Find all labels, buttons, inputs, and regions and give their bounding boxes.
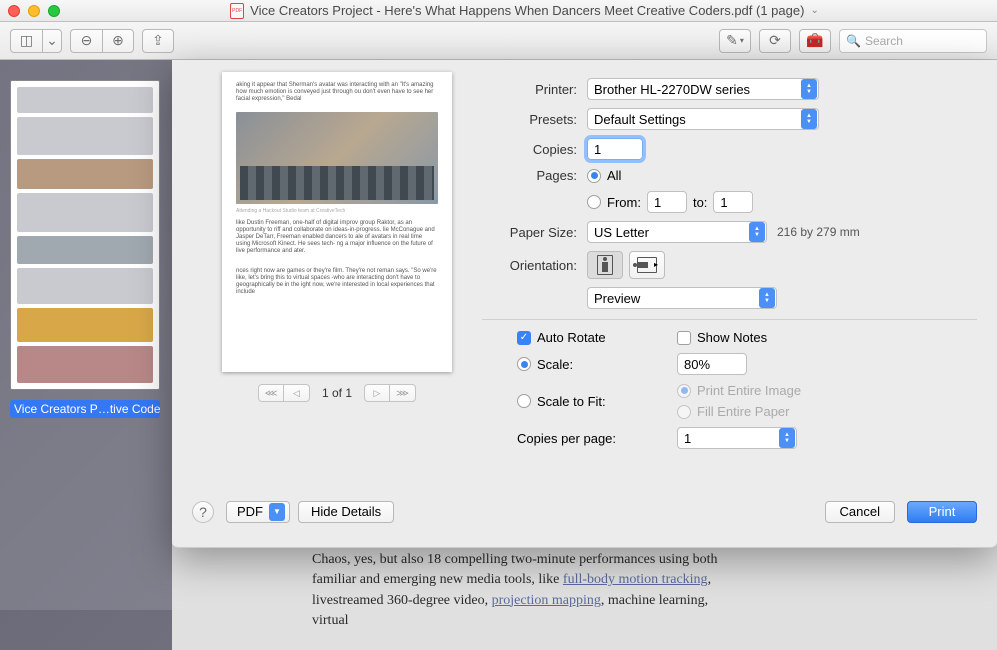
search-placeholder: Search	[865, 34, 903, 48]
auto-rotate-checkbox[interactable]	[517, 331, 531, 345]
zoom-out-icon: ⊖	[81, 32, 93, 49]
traffic-lights	[8, 5, 60, 17]
printer-label: Printer:	[482, 82, 587, 97]
close-window-button[interactable]	[8, 5, 20, 17]
minimize-window-button[interactable]	[28, 5, 40, 17]
window-title: Vice Creators Project - Here's What Happ…	[250, 3, 804, 18]
preview-image	[236, 112, 438, 204]
to-label: to:	[693, 195, 707, 210]
pages-range-radio[interactable]	[587, 195, 601, 209]
select-arrows-icon: ▲▼	[801, 109, 817, 129]
preview-nav-back[interactable]: ⋘ ◁	[258, 384, 310, 402]
document-type-icon	[230, 3, 244, 19]
pages-all-radio[interactable]	[587, 169, 601, 183]
last-page-button[interactable]: ⋙	[390, 384, 416, 402]
markup-button[interactable]: 🧰	[799, 29, 831, 53]
landscape-icon: ▸	[637, 257, 657, 273]
hide-details-button[interactable]: Hide Details	[298, 501, 394, 523]
select-arrows-icon: ▲▼	[801, 79, 817, 99]
copies-label: Copies:	[482, 142, 587, 157]
page-thumbnail[interactable]	[10, 80, 160, 390]
show-notes-checkbox[interactable]	[677, 331, 691, 345]
app-toolbar: ◫ ⌄ ⊖ ⊕ ⇪ ✎▾ ⟳ 🧰 🔍 Search	[0, 22, 997, 60]
search-input[interactable]: 🔍 Search	[839, 29, 987, 53]
preview-nav-fwd[interactable]: ▷ ⋙	[364, 384, 416, 402]
copies-per-page-select[interactable]: 1 ▲▼	[677, 427, 797, 449]
scale-to-fit-label: Scale to Fit:	[537, 394, 606, 409]
app-section-select[interactable]: Preview ▲▼	[587, 287, 777, 309]
from-input[interactable]: 1	[647, 191, 687, 213]
link-projection[interactable]: projection mapping	[492, 593, 601, 608]
print-dialog: aking it appear that Sherman's avatar wa…	[172, 60, 997, 548]
printer-select[interactable]: Brother HL-2270DW series ▲▼	[587, 78, 819, 100]
presets-select[interactable]: Default Settings ▲▼	[587, 108, 819, 130]
share-button[interactable]: ⇪	[142, 29, 174, 53]
chevron-down-icon: ▼	[269, 503, 285, 521]
rotate-button[interactable]: ⟳	[759, 29, 791, 53]
print-button[interactable]: Print	[907, 501, 977, 523]
copies-per-page-label: Copies per page:	[517, 431, 647, 446]
paper-size-select[interactable]: US Letter ▲▼	[587, 221, 767, 243]
fill-entire-paper-radio	[677, 405, 691, 419]
paper-dims: 216 by 279 mm	[777, 225, 860, 239]
thumbnails-sidebar: Vice Creators P…tive Coder	[0, 60, 172, 610]
link-full-body[interactable]: full-body motion tracking	[563, 572, 708, 587]
page-indicator: 1 of 1	[322, 386, 352, 400]
first-page-button[interactable]: ⋘	[258, 384, 284, 402]
thumbnail-filename: Vice Creators P…tive Coder	[10, 400, 160, 418]
rotate-icon: ⟳	[769, 32, 781, 49]
print-entire-image-radio	[677, 384, 691, 398]
auto-rotate-label: Auto Rotate	[537, 330, 606, 345]
show-notes-label: Show Notes	[697, 330, 767, 345]
paper-size-label: Paper Size:	[482, 225, 587, 240]
orientation-landscape-button[interactable]: ▸	[629, 251, 665, 279]
sidebar-toggle-button[interactable]: ◫	[10, 29, 42, 53]
orientation-portrait-button[interactable]	[587, 251, 623, 279]
zoom-window-button[interactable]	[48, 5, 60, 17]
select-arrows-icon: ▲▼	[779, 428, 795, 448]
scale-to-fit-radio[interactable]	[517, 394, 531, 408]
select-arrows-icon: ▲▼	[749, 222, 765, 242]
pencil-icon: ✎	[726, 32, 738, 49]
help-icon: ?	[199, 504, 207, 520]
title-dropdown-icon[interactable]: ⌄	[810, 5, 818, 16]
help-button[interactable]: ?	[192, 501, 214, 523]
portrait-icon	[597, 255, 613, 275]
prev-page-button[interactable]: ◁	[284, 384, 310, 402]
pages-label: Pages:	[482, 168, 587, 183]
pdf-menu-button[interactable]: PDF ▼	[226, 501, 290, 523]
print-entire-image-label: Print Entire Image	[697, 383, 801, 398]
annotate-button[interactable]: ✎▾	[719, 29, 751, 53]
from-label: From:	[607, 195, 641, 210]
cancel-button[interactable]: Cancel	[825, 501, 895, 523]
scale-input[interactable]: 80%	[677, 353, 747, 375]
select-arrows-icon: ▲▼	[759, 288, 775, 308]
fill-entire-paper-label: Fill Entire Paper	[697, 404, 789, 419]
next-page-button[interactable]: ▷	[364, 384, 390, 402]
search-icon: 🔍	[846, 34, 861, 48]
sidebar-options-button[interactable]: ⌄	[42, 29, 62, 53]
scale-radio[interactable]	[517, 357, 531, 371]
zoom-in-icon: ⊕	[112, 32, 124, 49]
window-titlebar: Vice Creators Project - Here's What Happ…	[0, 0, 997, 22]
orientation-label: Orientation:	[482, 258, 587, 273]
scale-label: Scale:	[537, 357, 573, 372]
share-icon: ⇪	[152, 32, 164, 49]
markup-icon: 🧰	[806, 32, 823, 49]
to-input[interactable]: 1	[713, 191, 753, 213]
print-preview-page: aking it appear that Sherman's avatar wa…	[222, 72, 452, 372]
presets-label: Presets:	[482, 112, 587, 127]
copies-input[interactable]: 1	[587, 138, 643, 160]
pages-all-label: All	[607, 168, 621, 183]
zoom-in-button[interactable]: ⊕	[102, 29, 134, 53]
zoom-out-button[interactable]: ⊖	[70, 29, 102, 53]
